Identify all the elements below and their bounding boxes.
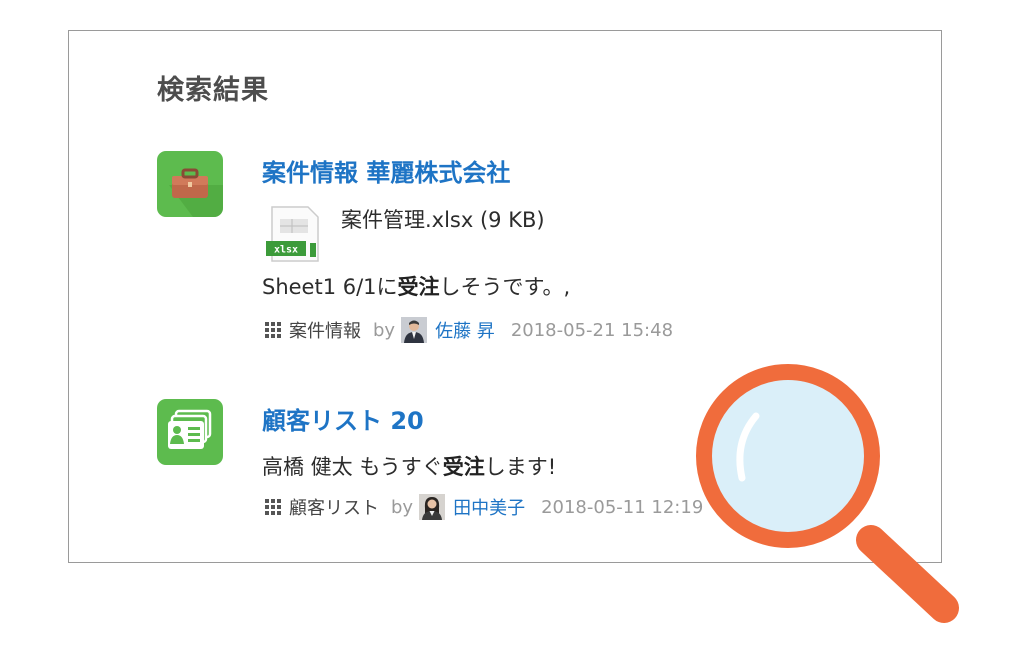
user-link[interactable]: 田中美子 xyxy=(453,494,525,520)
by-label: by xyxy=(391,496,414,518)
result-title-link[interactable]: 顧客リスト 20 xyxy=(262,401,424,436)
magnifying-glass-icon xyxy=(696,364,959,623)
avatar xyxy=(419,494,446,520)
by-label: by xyxy=(373,319,396,341)
attachment-name[interactable]: 案件管理.xlsx (9 KB) xyxy=(341,204,545,234)
page-title: 検索結果 xyxy=(157,75,269,106)
result-meta: 案件情報 by 佐藤 昇 2018-05-21 15:48 xyxy=(265,315,673,345)
user-link[interactable]: 佐藤 昇 xyxy=(435,317,495,343)
result-snippet: Sheet1 6/1に受注しそうです。, xyxy=(262,275,571,299)
app-name-link[interactable]: 顧客リスト xyxy=(289,494,379,520)
avatar xyxy=(401,317,428,343)
briefcase-icon xyxy=(157,151,223,217)
result-meta: 顧客リスト by 田中美子 2018-05-11 12:19 xyxy=(265,492,703,522)
svg-text:xlsx: xlsx xyxy=(274,245,298,256)
xlsx-file-icon: xlsx xyxy=(266,206,319,262)
contact-card-icon xyxy=(157,399,223,465)
app-name-link[interactable]: 案件情報 xyxy=(289,317,361,343)
app-grid-icon xyxy=(265,322,281,338)
result-snippet: 高橋 健太 もうすぐ受注します! xyxy=(262,455,557,479)
highlight-term: 受注 xyxy=(397,275,440,299)
highlight-term: 受注 xyxy=(442,455,485,479)
result-title-link[interactable]: 案件情報 華麗株式会社 xyxy=(262,153,510,188)
timestamp: 2018-05-21 15:48 xyxy=(510,319,674,341)
attachment-row[interactable]: xlsx 案件管理.xlsx (9 KB) xyxy=(266,201,686,263)
app-grid-icon xyxy=(265,499,281,515)
